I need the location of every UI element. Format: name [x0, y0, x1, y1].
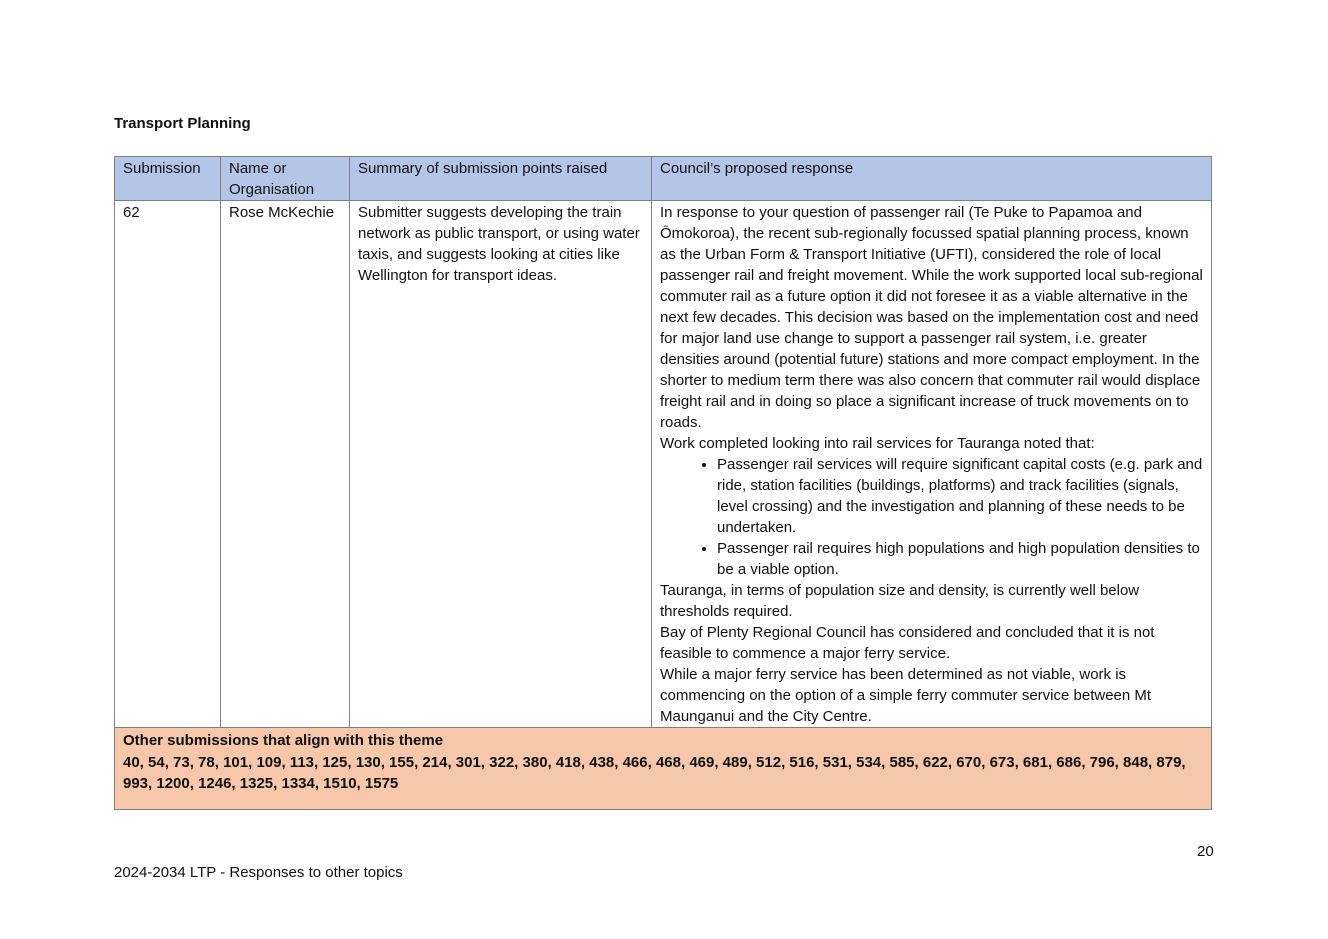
- header-submission: Submission: [114, 156, 221, 201]
- other-submissions-cell: Other submissions that align with this t…: [114, 727, 1212, 810]
- submission-summary: Submitter suggests developing the train …: [349, 200, 652, 728]
- submissions-table: Submission Name or Organisation Summary …: [114, 156, 1212, 810]
- page-number: 20: [1197, 843, 1214, 860]
- page-footer: 2024-2034 LTP - Responses to other topic…: [114, 864, 403, 881]
- submission-number: 62: [114, 200, 221, 728]
- response-paragraph: While a major ferry service has been det…: [660, 666, 1152, 725]
- other-submissions-row: Other submissions that align with this t…: [114, 727, 1212, 810]
- table-header-row: Submission Name or Organisation Summary …: [114, 156, 1212, 201]
- response-paragraph: In response to your question of passenge…: [660, 204, 1203, 431]
- response-paragraph: Bay of Plenty Regional Council has consi…: [660, 624, 1155, 662]
- council-response: In response to your question of passenge…: [651, 200, 1212, 728]
- response-bullet: Passenger rail services will require sig…: [717, 454, 1203, 538]
- response-bullet: Passenger rail requires high populations…: [717, 538, 1203, 580]
- header-name-or-organisation: Name or Organisation: [220, 156, 350, 201]
- header-council-response: Council’s proposed response: [651, 156, 1212, 201]
- section-heading: Transport Planning: [114, 115, 251, 132]
- table-row: 62 Rose McKechie Submitter suggests deve…: [114, 200, 1212, 728]
- submitter-name: Rose McKechie: [220, 200, 350, 728]
- header-summary: Summary of submission points raised: [349, 156, 652, 201]
- response-paragraph: Work completed looking into rail service…: [660, 435, 1095, 452]
- response-bullet-list: Passenger rail services will require sig…: [660, 454, 1203, 580]
- other-submissions-title: Other submissions that align with this t…: [123, 732, 444, 749]
- other-submissions-list: 40, 54, 73, 78, 101, 109, 113, 125, 130,…: [123, 753, 1186, 793]
- response-paragraph: Tauranga, in terms of population size an…: [660, 582, 1140, 620]
